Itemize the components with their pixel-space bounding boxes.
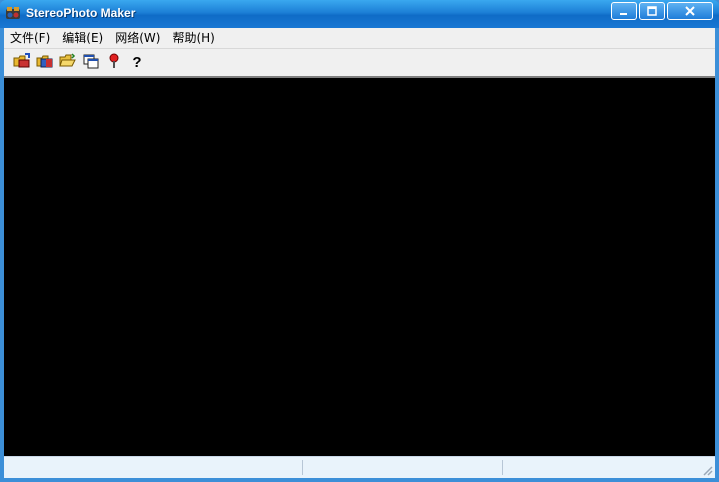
toolbar: ? (4, 48, 715, 76)
window-title: StereoPhoto Maker (26, 6, 136, 20)
resize-grip-icon[interactable] (701, 464, 713, 476)
status-bar (4, 456, 715, 478)
status-pane-2 (303, 460, 503, 475)
maximize-button[interactable] (639, 2, 665, 20)
status-pane-1 (4, 460, 303, 475)
open-left-right-button[interactable] (34, 52, 56, 74)
close-button[interactable] (667, 2, 713, 20)
help-icon: ? (132, 54, 142, 71)
open-folder-icon (59, 53, 77, 72)
window-layout-button[interactable] (80, 52, 102, 74)
app-icon[interactable] (5, 6, 21, 22)
open-stereo-pair-icon (13, 53, 31, 72)
minimize-icon (619, 6, 629, 16)
pin-button[interactable] (103, 52, 125, 74)
maximize-icon (647, 6, 657, 16)
help-button[interactable]: ? (126, 52, 148, 74)
image-viewport[interactable] (4, 76, 715, 456)
menu-network[interactable]: 网络(W) (109, 29, 166, 47)
open-stereo-pair-button[interactable] (11, 52, 33, 74)
status-pane-3 (503, 460, 703, 475)
menu-bar: 文件(F) 编辑(E) 网络(W) 帮助(H) (4, 28, 715, 48)
title-bar[interactable]: StereoPhoto Maker (0, 0, 719, 28)
menu-file[interactable]: 文件(F) (4, 29, 56, 47)
window-layout-icon (83, 53, 99, 72)
pin-icon (108, 53, 120, 72)
open-folder-button[interactable] (57, 52, 79, 74)
open-left-right-icon (36, 53, 54, 72)
menu-edit[interactable]: 编辑(E) (56, 29, 109, 47)
caption-buttons (609, 2, 713, 20)
minimize-button[interactable] (611, 2, 637, 20)
app-window: StereoPhoto Maker 文件(F) 编辑(E) 网络(W) 帮助(H… (0, 0, 719, 482)
menu-help[interactable]: 帮助(H) (166, 29, 220, 47)
close-icon (685, 6, 695, 16)
